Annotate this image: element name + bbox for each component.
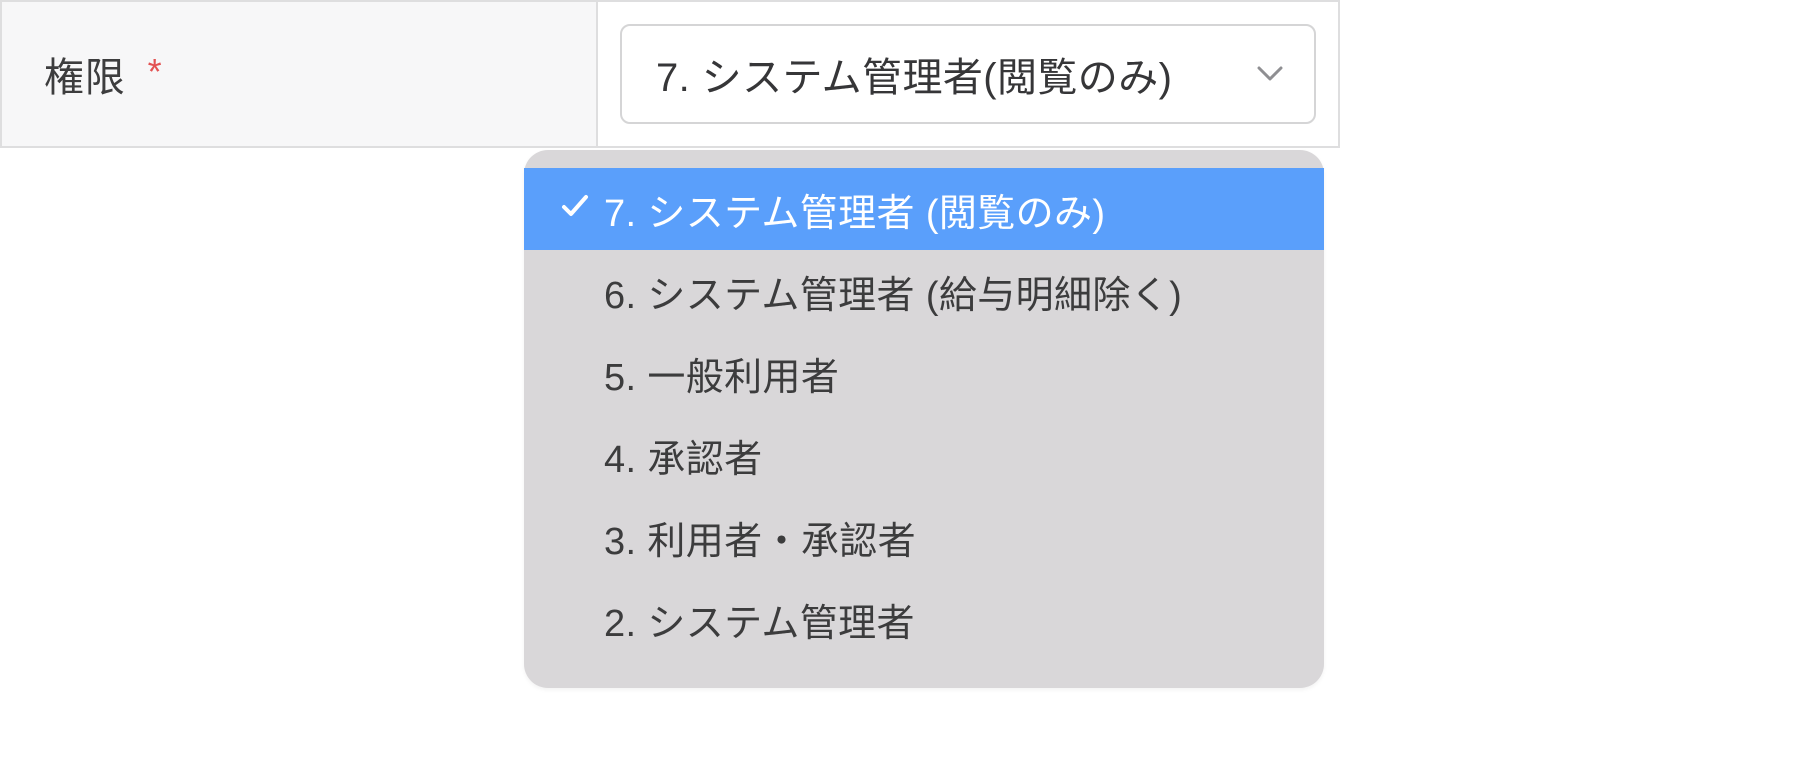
select-value-text: 7. システム管理者(閲覧のみ) xyxy=(656,45,1172,103)
dropdown-option[interactable]: 2. システム管理者 xyxy=(524,578,1324,660)
dropdown-option[interactable]: 4. 承認者 xyxy=(524,414,1324,496)
label-cell: 権限 * xyxy=(2,2,598,146)
dropdown-option[interactable]: 3. 利用者・承認者 xyxy=(524,496,1324,578)
option-label: 7. システム管理者 (閲覧のみ) xyxy=(604,182,1105,237)
option-label: 4. 承認者 xyxy=(604,428,763,483)
permission-select[interactable]: 7. システム管理者(閲覧のみ) xyxy=(620,24,1316,124)
option-label: 3. 利用者・承認者 xyxy=(604,510,916,565)
field-cell: 7. システム管理者(閲覧のみ) 7. システム管理者 (閲覧のみ)6. システ… xyxy=(598,2,1338,146)
dropdown-option[interactable]: 6. システム管理者 (給与明細除く) xyxy=(524,250,1324,332)
form-row-permission: 権限 * 7. システム管理者(閲覧のみ) 7. システム管理者 (閲覧のみ)6… xyxy=(0,0,1340,148)
chevron-down-icon xyxy=(1254,58,1286,90)
check-icon xyxy=(546,188,604,231)
option-label: 6. システム管理者 (給与明細除く) xyxy=(604,264,1182,319)
dropdown-option[interactable]: 7. システム管理者 (閲覧のみ) xyxy=(524,168,1324,250)
dropdown-option[interactable]: 5. 一般利用者 xyxy=(524,332,1324,414)
option-label: 5. 一般利用者 xyxy=(604,346,839,401)
option-label: 2. システム管理者 xyxy=(604,592,915,647)
required-indicator: * xyxy=(148,51,162,93)
dropdown-panel: 7. システム管理者 (閲覧のみ) 6. システム管理者 (給与明細除く) 5. 一… xyxy=(524,150,1324,688)
field-label: 権限 xyxy=(44,45,126,103)
